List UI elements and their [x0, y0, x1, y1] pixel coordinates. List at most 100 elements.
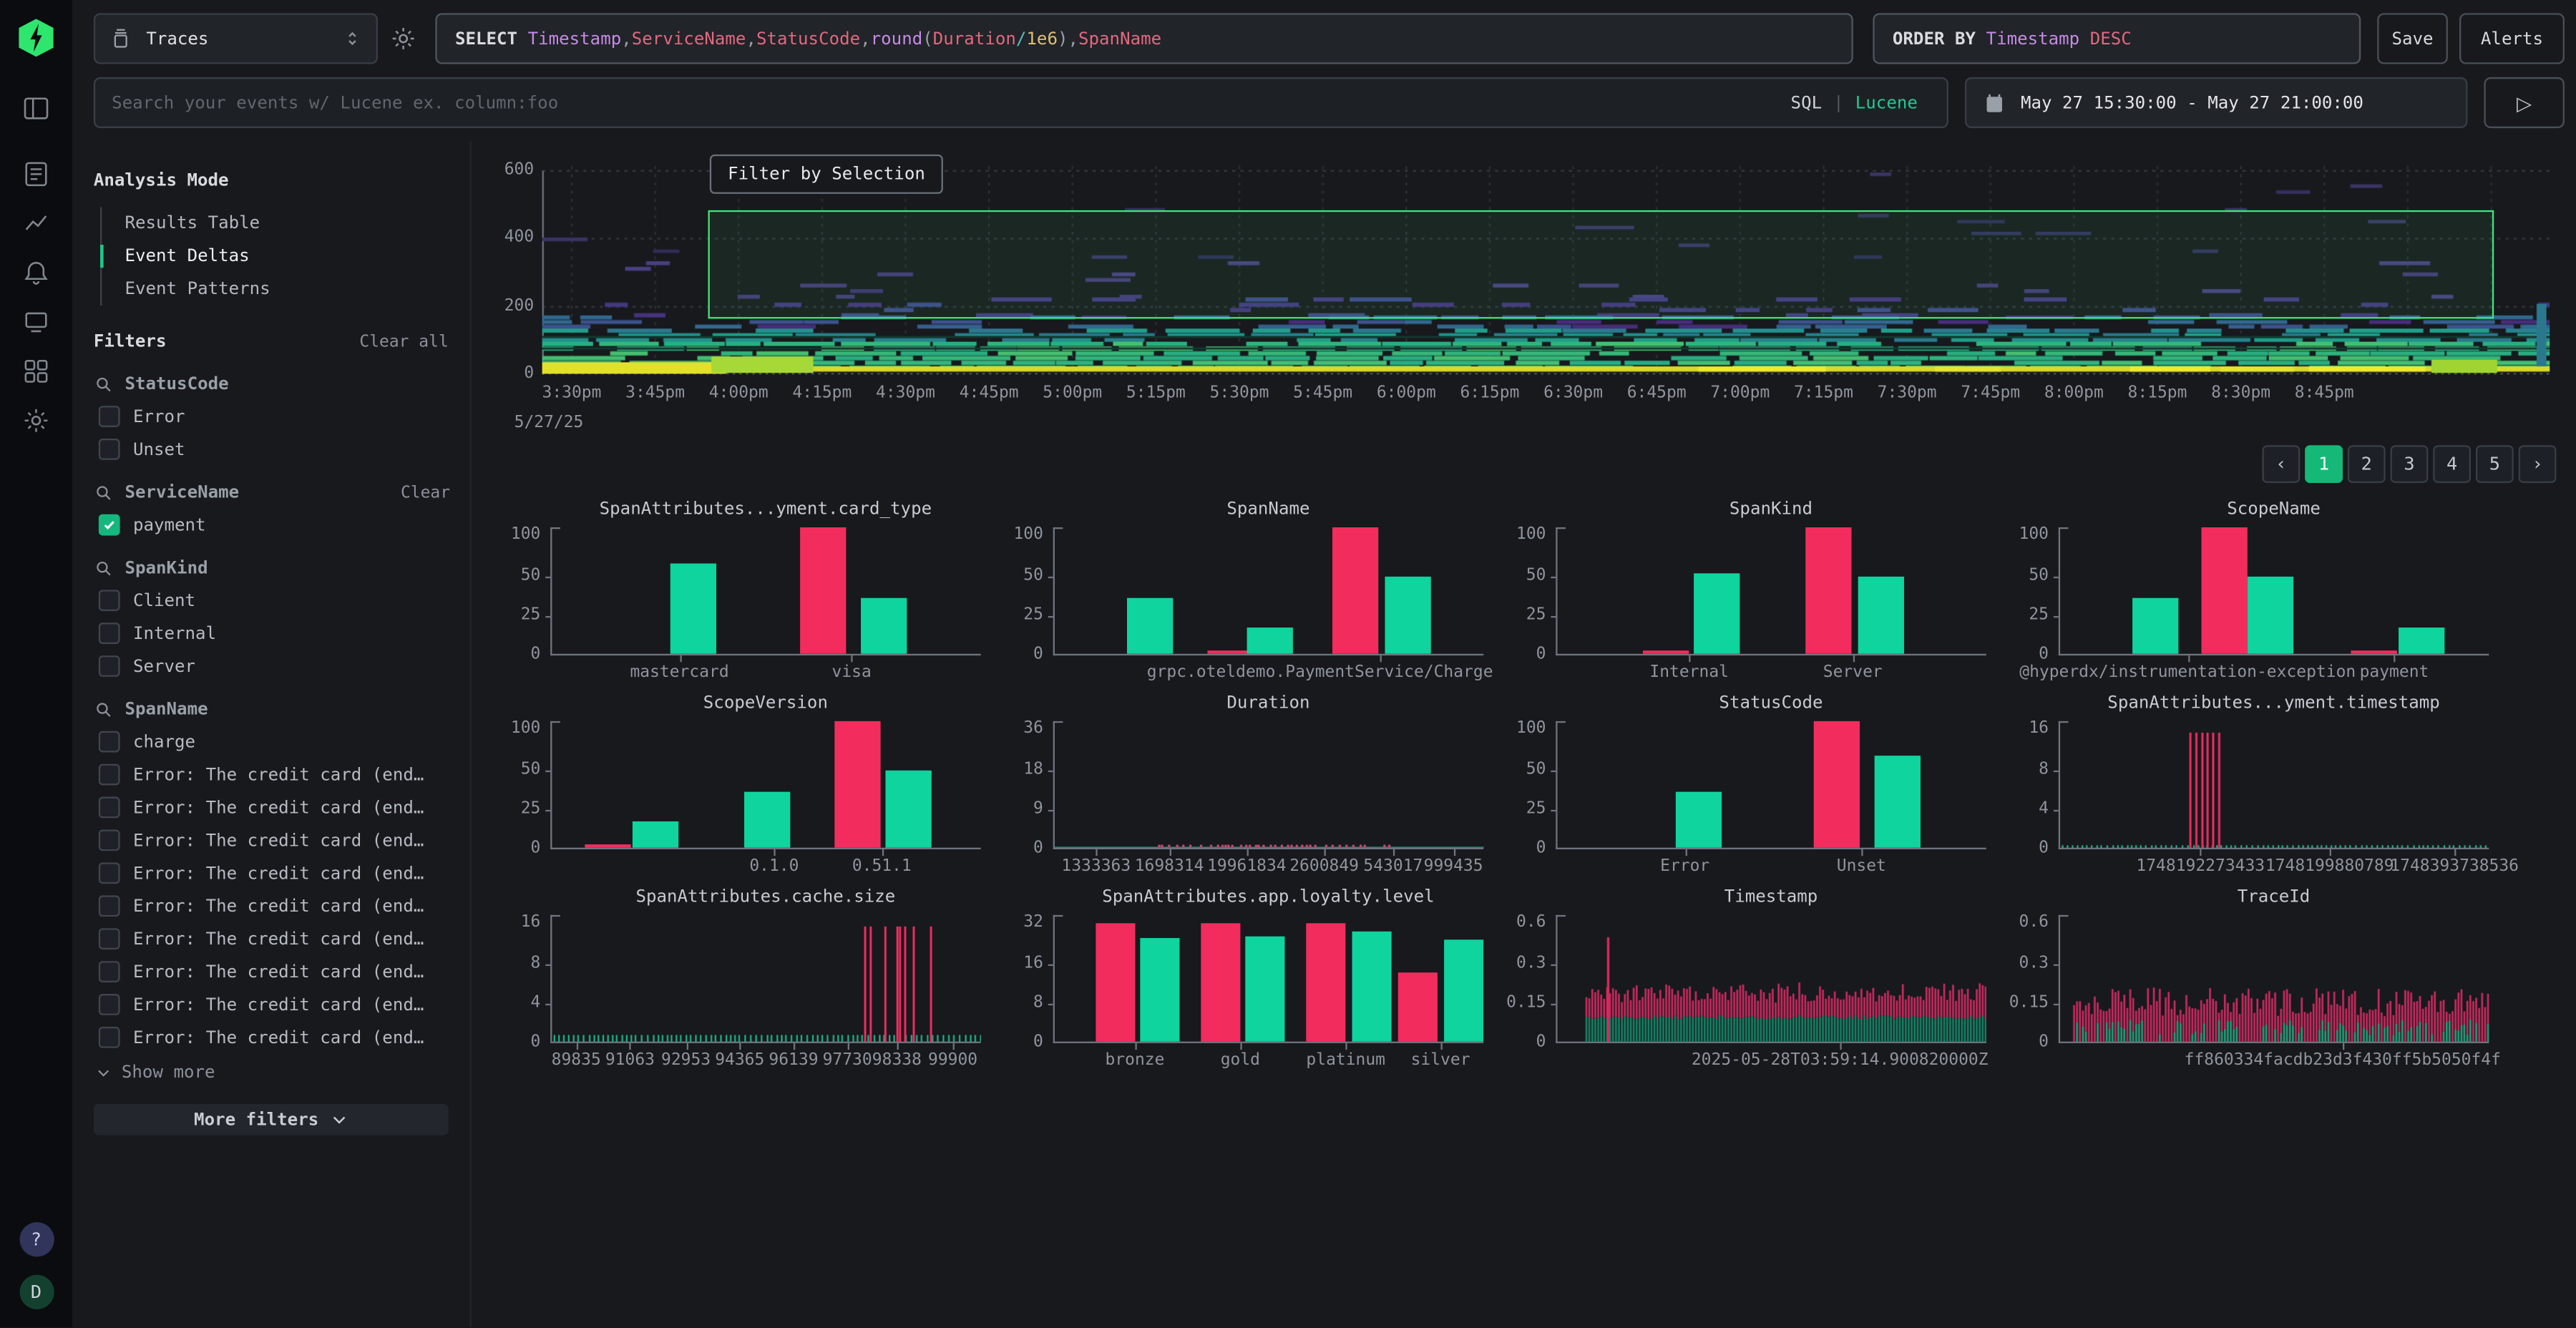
- checkbox[interactable]: [99, 961, 120, 982]
- search-input[interactable]: [94, 77, 1948, 128]
- search-icon[interactable]: [94, 559, 114, 579]
- date-range-picker[interactable]: May 27 15:30:00 - May 27 21:00:00: [1965, 77, 2468, 128]
- filter-option-label: payment: [133, 515, 206, 535]
- query-token: /: [1016, 29, 1027, 49]
- grid-icon[interactable]: [21, 356, 51, 386]
- chart-y-tick: [545, 809, 550, 811]
- filter-option[interactable]: Client: [99, 590, 457, 611]
- monitor-icon[interactable]: [21, 307, 51, 336]
- analysis-mode-item-event-patterns[interactable]: Event Patterns: [102, 273, 457, 306]
- chart-bar: [1126, 598, 1172, 654]
- filter-option[interactable]: charge: [99, 731, 457, 753]
- chart-y-tick-label: 100: [1493, 527, 1546, 545]
- language-sql[interactable]: SQL: [1791, 93, 1823, 113]
- filter-option[interactable]: Error: The credit card (end…: [99, 797, 457, 819]
- chart-y-tick-label: 9: [990, 800, 1043, 818]
- query-token: SELECT: [455, 29, 528, 49]
- page-1[interactable]: 1: [2305, 445, 2343, 483]
- filter-option[interactable]: Server: [99, 655, 457, 677]
- page-4[interactable]: 4: [2433, 445, 2471, 483]
- source-settings-gear-icon[interactable]: [389, 24, 417, 52]
- checkbox[interactable]: [99, 590, 120, 611]
- filter-option[interactable]: payment: [99, 514, 457, 536]
- search-icon[interactable]: [94, 483, 114, 503]
- chart-y-tick: [1048, 1003, 1053, 1005]
- language-lucene[interactable]: Lucene: [1855, 93, 1918, 113]
- checkbox[interactable]: [99, 731, 120, 753]
- search-icon[interactable]: [94, 700, 114, 720]
- chart-plot-spanattributes-yment-card-type: [550, 527, 981, 655]
- order-by-input[interactable]: ORDER BY Timestamp DESC: [1873, 13, 2361, 64]
- checkbox[interactable]: [99, 406, 120, 427]
- run-query-button[interactable]: ▷: [2484, 77, 2565, 128]
- checkbox[interactable]: [99, 895, 120, 917]
- checkbox[interactable]: [99, 829, 120, 851]
- time-selection-box[interactable]: [709, 210, 2494, 318]
- more-filters-button[interactable]: More filters: [94, 1104, 449, 1136]
- chart-y-axis-cap: [2059, 527, 2069, 529]
- checkbox[interactable]: [99, 622, 120, 644]
- checkbox[interactable]: [99, 797, 120, 819]
- source-select[interactable]: Traces: [94, 13, 378, 64]
- analysis-mode-item-results-table[interactable]: Results Table: [102, 207, 457, 240]
- chart-dense-canvas: [2060, 721, 2489, 849]
- chart-dense-canvas: [1055, 721, 1483, 849]
- chart-y-tick-label: 18: [990, 760, 1043, 778]
- filter-option[interactable]: Error: The credit card (end…: [99, 862, 457, 884]
- analysis-mode-item-event-deltas[interactable]: Event Deltas: [102, 240, 457, 273]
- query-token: Duration: [933, 29, 1016, 49]
- filter-option[interactable]: Error: The credit card (end…: [99, 1027, 457, 1048]
- heatmap-x-tick-label: 4:30pm: [876, 384, 935, 402]
- show-more-link[interactable]: Show more: [95, 1063, 457, 1083]
- clear-all-filters-link[interactable]: Clear all: [359, 333, 448, 351]
- filter-option[interactable]: Error: The credit card (end…: [99, 994, 457, 1015]
- chevron-down-icon: [95, 1065, 112, 1081]
- filter-option[interactable]: Error: The credit card (end…: [99, 928, 457, 949]
- language-toggle[interactable]: SQL | Lucene: [1791, 77, 1918, 128]
- gear-icon[interactable]: [21, 406, 51, 435]
- line-chart-icon[interactable]: [21, 209, 51, 238]
- page-5[interactable]: 5: [2476, 445, 2514, 483]
- filter-option[interactable]: Unset: [99, 439, 457, 460]
- filter-option[interactable]: Error: The credit card (end…: [99, 764, 457, 786]
- filter-by-selection-tooltip[interactable]: Filter by Selection: [710, 155, 943, 194]
- checkbox[interactable]: [99, 655, 120, 677]
- search-icon[interactable]: [94, 374, 114, 394]
- filter-option[interactable]: Error: [99, 406, 457, 427]
- chart-x-tick-label: 94365: [715, 1051, 764, 1069]
- filter-option[interactable]: Error: The credit card (end…: [99, 961, 457, 982]
- checkbox-checked[interactable]: [99, 514, 120, 536]
- logs-icon[interactable]: [21, 160, 51, 189]
- save-button[interactable]: Save: [2377, 13, 2448, 64]
- app-logo[interactable]: [16, 18, 56, 57]
- chart-y-tick: [1551, 809, 1556, 811]
- filter-option[interactable]: Error: The credit card (end…: [99, 829, 457, 851]
- chart-y-tick-label: 50: [990, 566, 1043, 584]
- page-3[interactable]: 3: [2391, 445, 2429, 483]
- filter-option[interactable]: Error: The credit card (end…: [99, 895, 457, 917]
- chart-x-tick: [897, 1043, 898, 1050]
- chart-bar: [2248, 576, 2294, 654]
- avatar[interactable]: D: [19, 1275, 53, 1309]
- filter-option[interactable]: Internal: [99, 622, 457, 644]
- heatmap-y-tick-label: 0: [475, 365, 535, 383]
- checkbox[interactable]: [99, 928, 120, 949]
- sql-select-input[interactable]: SELECT Timestamp,ServiceName,StatusCode,…: [435, 13, 1853, 64]
- filter-group-clear-link[interactable]: Clear: [401, 484, 450, 502]
- checkbox[interactable]: [99, 764, 120, 786]
- alerts-button[interactable]: Alerts: [2459, 13, 2565, 64]
- checkbox[interactable]: [99, 994, 120, 1015]
- help-button[interactable]: ?: [19, 1222, 53, 1256]
- panels-icon[interactable]: [21, 94, 51, 123]
- checkbox[interactable]: [99, 1027, 120, 1048]
- heatmap-date-label: 5/27/25: [514, 414, 584, 432]
- bell-icon[interactable]: [21, 258, 51, 287]
- page-prev[interactable]: ‹: [2262, 445, 2300, 483]
- checkbox[interactable]: [99, 862, 120, 884]
- chevron-down-icon: [330, 1110, 348, 1128]
- checkbox[interactable]: [99, 439, 120, 460]
- page-next[interactable]: ›: [2519, 445, 2557, 483]
- chart-y-tick: [1551, 770, 1556, 771]
- filter-option-label: Error: [133, 406, 185, 426]
- page-2[interactable]: 2: [2348, 445, 2386, 483]
